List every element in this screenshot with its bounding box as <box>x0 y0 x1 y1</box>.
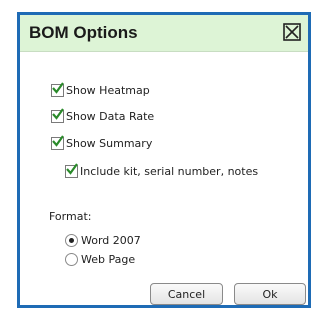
include-kit-checkbox[interactable]: Include kit, serial number, notes <box>65 162 259 179</box>
format-word-label: Word 2007 <box>81 233 141 247</box>
show-heatmap-label: Show Heatmap <box>66 83 150 97</box>
format-word-radio[interactable]: Word 2007 <box>65 232 141 248</box>
format-web-label: Web Page <box>81 252 136 266</box>
checkbox[interactable] <box>65 162 78 178</box>
radio-button[interactable] <box>65 252 78 266</box>
bom-options-dialog: BOM Options Show Heatmap Show Data Rate … <box>17 12 311 308</box>
checkmark-icon <box>52 81 64 94</box>
radio-selected-dot <box>69 237 74 243</box>
show-heatmap-checkbox[interactable]: Show Heatmap <box>51 81 150 98</box>
checkmark-icon <box>52 107 64 120</box>
close-icon[interactable] <box>283 23 301 41</box>
show-summary-checkbox[interactable]: Show Summary <box>51 134 153 151</box>
cancel-button[interactable]: Cancel <box>150 283 223 305</box>
checkbox[interactable] <box>51 107 64 123</box>
ok-button[interactable]: Ok <box>234 283 306 305</box>
show-summary-label: Show Summary <box>66 136 153 150</box>
checkbox[interactable] <box>51 134 64 150</box>
format-web-radio[interactable]: Web Page <box>65 251 135 267</box>
include-kit-label: Include kit, serial number, notes <box>80 164 259 178</box>
radio-button[interactable] <box>65 233 78 247</box>
checkmark-icon <box>52 134 64 147</box>
checkbox[interactable] <box>51 81 64 97</box>
title-bar: BOM Options <box>20 15 308 52</box>
show-data-rate-label: Show Data Rate <box>66 109 155 123</box>
format-label: Format: <box>49 210 92 223</box>
dialog-title: BOM Options <box>29 23 138 42</box>
show-data-rate-checkbox[interactable]: Show Data Rate <box>51 107 155 124</box>
checkmark-icon <box>66 162 78 175</box>
